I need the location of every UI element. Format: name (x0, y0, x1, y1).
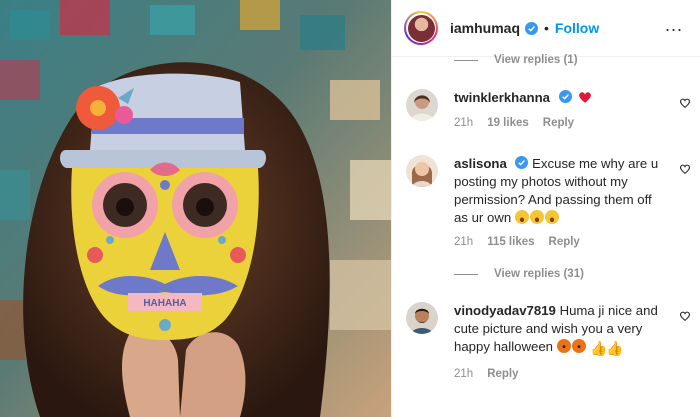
view-replies-label: View replies (31) (494, 268, 584, 280)
comment-time: 21h (454, 117, 474, 129)
comment-body: aslisona Excuse me why are u posting my … (454, 155, 664, 227)
header-separator: • (544, 20, 549, 36)
comment-item: vinodyadav7819 Huma ji nice and cute pic… (406, 302, 691, 392)
commenter-avatar[interactable] (406, 155, 438, 187)
view-replies-button[interactable]: View replies (1) (454, 54, 578, 66)
instagram-post-view: HAHAHA iamhumaq • Follow ... View replie… (0, 0, 700, 417)
replies-divider-line (454, 273, 478, 275)
verified-badge-icon (515, 156, 529, 169)
verified-badge-icon (525, 21, 539, 35)
comment-likes[interactable]: 19 likes (487, 117, 529, 129)
heart-outline-icon[interactable] (679, 163, 691, 175)
view-replies-button[interactable]: View replies (31) (454, 268, 584, 280)
replies-divider-line (454, 59, 478, 61)
comment-likes[interactable]: 115 likes (487, 236, 534, 248)
laughing-emoji (529, 210, 544, 224)
pumpkin-emoji (571, 339, 586, 353)
pumpkin-emoji (556, 339, 571, 353)
heart-outline-icon[interactable] (679, 310, 691, 322)
comment-time: 21h (454, 236, 474, 248)
comment-meta: 21h Reply (454, 368, 519, 380)
comment-meta: 21h 115 likes Reply (454, 236, 580, 248)
reply-button[interactable]: Reply (543, 117, 574, 129)
view-replies-label: View replies (1) (494, 54, 578, 66)
reply-button[interactable]: Reply (549, 236, 580, 248)
comment-meta: 21h 19 likes Reply (454, 117, 574, 129)
comment-item: aslisona Excuse me why are u posting my … (406, 155, 691, 265)
reply-button[interactable]: Reply (487, 368, 518, 380)
post-photo[interactable]: HAHAHA (0, 0, 391, 417)
heart-outline-icon[interactable] (679, 97, 691, 109)
post-header: iamhumaq • Follow ... (392, 0, 700, 56)
comments-list: View replies (1) twinklerkhanna 21h 19 l… (392, 54, 700, 417)
commenter-username[interactable]: vinodyadav7819 (454, 303, 556, 318)
sugar-skull-photo-illustration: HAHAHA (0, 0, 391, 417)
author-username[interactable]: iamhumaq (450, 20, 520, 36)
comment-item: twinklerkhanna 21h 19 likes Reply (406, 89, 691, 139)
verified-badge-icon (558, 90, 572, 103)
commenter-avatar[interactable] (406, 302, 438, 334)
comment-time: 21h (454, 368, 474, 380)
laughing-emoji (544, 210, 559, 224)
commenter-avatar[interactable] (406, 89, 438, 121)
commenter-username[interactable]: twinklerkhanna (454, 90, 550, 105)
comment-body: twinklerkhanna (454, 89, 664, 107)
mask-text: HAHAHA (143, 298, 186, 309)
red-heart-emoji (579, 92, 592, 103)
commenter-username[interactable]: aslisona (454, 156, 507, 171)
more-options-icon[interactable]: ... (665, 16, 683, 34)
thumbs-up-emoji: 👍 (606, 340, 624, 356)
author-avatar[interactable] (404, 11, 438, 45)
laughing-emoji (514, 210, 529, 224)
comment-body: vinodyadav7819 Huma ji nice and cute pic… (454, 302, 664, 356)
post-side-panel: iamhumaq • Follow ... View replies (1) t… (391, 0, 700, 417)
thumbs-up-emoji: 👍 (590, 340, 608, 356)
follow-button[interactable]: Follow (555, 20, 599, 36)
